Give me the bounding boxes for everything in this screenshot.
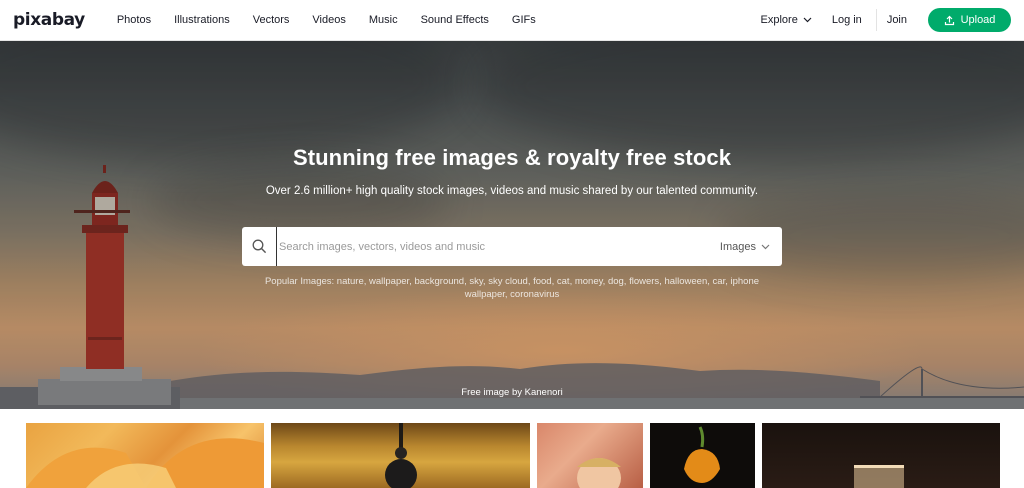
image-credit[interactable]: Free image by Kanenori (0, 387, 1024, 398)
main-nav: Photos Illustrations Vectors Videos Musi… (117, 14, 559, 26)
search-type-label: Images (719, 240, 756, 253)
hero-subtitle: Over 2.6 million+ high quality stock ima… (265, 185, 759, 197)
popular-tag-sky-cloud[interactable]: sky cloud (488, 276, 528, 287)
pixabay-logo[interactable]: pixabay (13, 10, 85, 30)
popular-tag-wallpaper[interactable]: wallpaper (369, 276, 409, 287)
melon-slices (26, 438, 264, 488)
thumbnail-pepper[interactable] (650, 423, 755, 488)
hero-dim-overlay (0, 41, 1024, 409)
search-bar: Images (242, 227, 782, 266)
upload-icon (944, 15, 954, 25)
hero-title: Stunning free images & royalty free stoc… (292, 145, 732, 170)
thumbnail-melon[interactable] (26, 423, 264, 488)
upload-label: Upload (960, 14, 996, 26)
hero-banner: Stunning free images & royalty free stoc… (0, 41, 1024, 409)
popular-tag-nature[interactable]: nature (337, 276, 364, 287)
popular-prefix: Popular Images: (264, 276, 335, 287)
popular-tag-cat[interactable]: cat (557, 276, 570, 287)
nav-music[interactable]: Music (369, 14, 398, 26)
nav-illustrations[interactable]: Illustrations (174, 14, 230, 26)
search-type-dropdown[interactable]: Images (720, 241, 770, 253)
search-icon[interactable] (252, 239, 267, 254)
popular-tag-food[interactable]: food (533, 276, 552, 287)
popular-tag-money[interactable]: money (575, 276, 603, 287)
glass-shape (854, 465, 904, 488)
lamp-shape (385, 423, 417, 488)
nav-photos[interactable]: Photos (117, 14, 151, 26)
thumbnail-lamp[interactable] (271, 423, 530, 488)
popular-tag-background[interactable]: background (414, 276, 464, 287)
chevron-down-icon (761, 244, 770, 249)
login-link[interactable]: Log in (832, 14, 862, 26)
popular-searches: Popular Images: nature, wallpaper, backg… (264, 276, 760, 300)
explore-label: Explore (760, 14, 798, 26)
image-grid (0, 423, 1024, 488)
upload-button[interactable]: Upload (928, 8, 1011, 32)
account-nav: Explore Log in Join Upload (761, 0, 1011, 40)
popular-tag-car[interactable]: car (713, 276, 726, 287)
popular-tag-flowers[interactable]: flowers (629, 276, 659, 287)
child-portrait (577, 458, 621, 488)
nav-divider (875, 9, 877, 31)
search-input[interactable] (276, 227, 720, 266)
pepper-shape (684, 426, 720, 483)
thumbnail-glass[interactable] (762, 423, 1000, 488)
chevron-down-icon (803, 17, 812, 23)
nav-sound-effects[interactable]: Sound Effects (421, 14, 489, 26)
top-navigation-bar: pixabay Photos Illustrations Vectors Vid… (0, 0, 1024, 41)
popular-tag-coronavirus[interactable]: coronavirus (510, 289, 559, 300)
join-link[interactable]: Join (887, 14, 907, 26)
popular-tag-halloween[interactable]: halloween (664, 276, 707, 287)
thumbnail-child[interactable] (537, 423, 643, 488)
nav-gifs[interactable]: GIFs (512, 14, 536, 26)
nav-videos[interactable]: Videos (312, 14, 345, 26)
popular-tag-dog[interactable]: dog (608, 276, 624, 287)
popular-tag-sky[interactable]: sky (469, 276, 483, 287)
explore-dropdown[interactable]: Explore (761, 14, 812, 26)
nav-vectors[interactable]: Vectors (253, 14, 290, 26)
